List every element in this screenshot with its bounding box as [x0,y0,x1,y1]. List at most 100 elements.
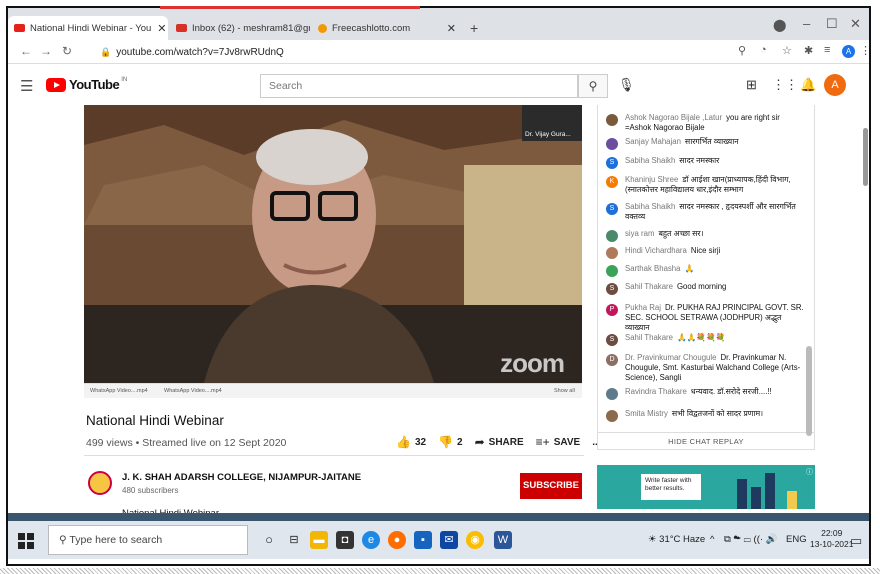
chat-message-body: siya ram बहुत अच्छा सर। [625,229,704,242]
zoom-watermark: zoom [500,348,565,378]
taskbar-search-placeholder: Type here to search [69,534,163,546]
chat-message-body: Sarthak Bhasha 🙏 [625,264,694,277]
taskbar-search-input[interactable]: ⚲ Type here to search [48,525,248,555]
reading-list-icon[interactable]: ≡ [824,44,830,56]
chat-message-body: Smita Mistry सभी विद्वतजनों को सादर प्रणा… [625,409,763,422]
apps-grid-icon[interactable]: ⋮⋮ [772,77,798,93]
hide-chat-replay-button[interactable]: HIDE CHAT REPLAY [598,432,814,449]
clock-time: 22:09 [821,528,843,538]
live-chat-replay: Ashok Nagorao Bijale ,Latur you are right… [597,105,815,450]
advertisement-banner[interactable]: Write faster with better results. ⓘ [597,465,815,509]
chat-author: siya ram [625,229,655,238]
windows-start-icon[interactable] [18,533,34,549]
download-item[interactable]: WhatsApp Video....mp4 [90,388,148,394]
tray-chevron-icon[interactable]: ^ [710,534,714,545]
hamburger-menu-icon[interactable]: ☰ [20,77,33,95]
profile-avatar[interactable]: A [842,45,855,58]
chat-avatar: K [606,176,618,188]
minimize-icon[interactable]: – [803,16,810,31]
video-player[interactable]: Dr. Vijay Gura... zoom [84,105,582,383]
edge-icon[interactable]: e [362,531,380,549]
save-button[interactable]: ≡+ SAVE [536,435,581,449]
chat-scrollbar[interactable] [806,346,812,436]
chat-author: Sarthak Bhasha [625,264,681,273]
search-input[interactable]: Search [260,74,578,98]
youtube-logo[interactable]: YouTube IN [46,77,127,92]
create-video-icon[interactable]: ⊞ [746,77,757,93]
chat-message-body: Hindi Vichardhara Nice sirji [625,246,720,259]
chat-avatar: S [606,334,618,346]
subscribe-button[interactable]: SUBSCRIBE [520,473,582,499]
tab-freecashlotto[interactable]: Freecashlotto.com ✕ [312,16,462,40]
store-icon[interactable]: ◘ [336,531,354,549]
close-tab-icon[interactable]: ✕ [151,22,166,35]
weather-widget[interactable]: ☀ 31°C Haze [648,534,705,545]
chat-message: P Pukha Raj Dr. PUKHA RAJ PRINCIPAL GOVT. … [606,303,804,333]
mail-icon[interactable]: ✉ [440,531,458,549]
chat-message-body: Sabiha Shaikh सादर नमस्कार , हृदयस्पर्शी … [625,202,804,222]
chrome-icon[interactable]: ◉ [466,531,484,549]
translate-icon[interactable]: ◔ [760,44,767,56]
playlist-add-icon: ≡+ [535,435,550,449]
screenshot-frame: National Hindi Webinar - You ✕ Inbox (62… [6,6,871,566]
windows-taskbar: ⚲ Type here to search ○ ⊟ ▬ ◘ e ● ▪ ✉ ◉ … [8,521,869,559]
tray-icons[interactable]: ⧉ ☁ ▭ ((· 🔊 [724,534,778,545]
browser-menu-icon[interactable]: ⋮ [860,44,869,57]
chat-avatar [606,114,618,126]
close-window-icon[interactable]: ✕ [850,16,861,32]
notification-center-icon[interactable]: ▭ [850,533,862,549]
notifications-bell-icon[interactable]: 🔔 [800,77,816,93]
app-icon[interactable]: ▪ [414,531,432,549]
chat-message: S Sahil Thakare 🙏🙏💐💐💐 [606,333,804,346]
forward-icon[interactable]: → [40,44,52,58]
download-item[interactable]: WhatsApp Video....mp4 [164,388,222,394]
ad-graphic [765,473,775,509]
chat-message-body: Sanjay Mahajan सारगर्भित व्याख्यान [625,137,739,150]
chat-avatar: D [606,354,618,366]
chat-message: Sarthak Bhasha 🙏 [606,264,804,277]
show-all-downloads[interactable]: Show all [554,388,575,394]
video-title: National Hindi Webinar [86,413,224,428]
search-button[interactable]: ⚲ [578,74,608,98]
channel-name[interactable]: J. K. SHAH ADARSH COLLEGE, NIJAMPUR-JAIT… [122,472,361,483]
puzzle-icon[interactable]: ✱ [804,44,813,57]
account-avatar[interactable]: A [824,74,846,96]
ad-info-icon[interactable]: ⓘ [806,467,813,477]
share-button[interactable]: ➦ SHARE [475,435,524,449]
tab-youtube[interactable]: National Hindi Webinar - You ✕ [8,16,168,40]
new-tab-icon[interactable]: + [470,20,478,36]
language-indicator[interactable]: ENG [786,534,807,545]
dislike-button[interactable]: 👎 2 [438,435,463,449]
search-icon: ⚲ [588,79,598,93]
chat-author: Smita Mistry [625,409,668,418]
chat-avatar [606,410,618,422]
cortana-icon[interactable]: ○ [260,531,278,549]
chat-author: Dr. Pravinkumar Chougule [625,353,717,362]
chat-text: सारगर्भित व्याख्यान [684,137,739,146]
like-button[interactable]: 👍 32 [396,435,426,449]
bookmark-star-icon[interactable]: ☆ [782,44,792,57]
taskbar-clock[interactable]: 22:09 13-10-2021 [810,528,853,550]
chat-message-body: Ashok Nagorao Bijale ,Latur you are right… [625,113,804,133]
tab-search-icon[interactable]: ⬤ [773,18,786,32]
url-field[interactable]: 🔒 youtube.com/watch?v=7Jv8rwRUdnQ [100,43,720,61]
tab-gmail[interactable]: Inbox (62) - meshram81@gmail. ✕ [170,16,310,40]
channel-avatar[interactable] [88,471,112,495]
task-view-icon[interactable]: ⊟ [285,531,303,549]
close-tab-icon[interactable]: ✕ [441,22,456,35]
microphone-icon[interactable]: 🎙 [618,77,635,93]
gmail-favicon-icon [176,24,187,32]
chat-text: सादर नमस्कार [679,156,720,165]
page-scrollbar[interactable] [863,128,868,186]
chat-author: Sanjay Mahajan [625,137,681,146]
extension-icon[interactable]: ⚲ [738,44,746,57]
word-icon[interactable]: W [494,531,512,549]
back-icon[interactable]: ← [20,44,32,58]
reload-icon[interactable]: ↻ [62,44,72,58]
chat-message: Ravindra Thakare धन्यवाद. डॉ.सरोदे सरजी..… [606,387,804,400]
firefox-icon[interactable]: ● [388,531,406,549]
ad-graphic [751,487,761,509]
maximize-icon[interactable]: ☐ [826,16,838,32]
ad-graphic [787,491,797,509]
file-explorer-icon[interactable]: ▬ [310,531,328,549]
